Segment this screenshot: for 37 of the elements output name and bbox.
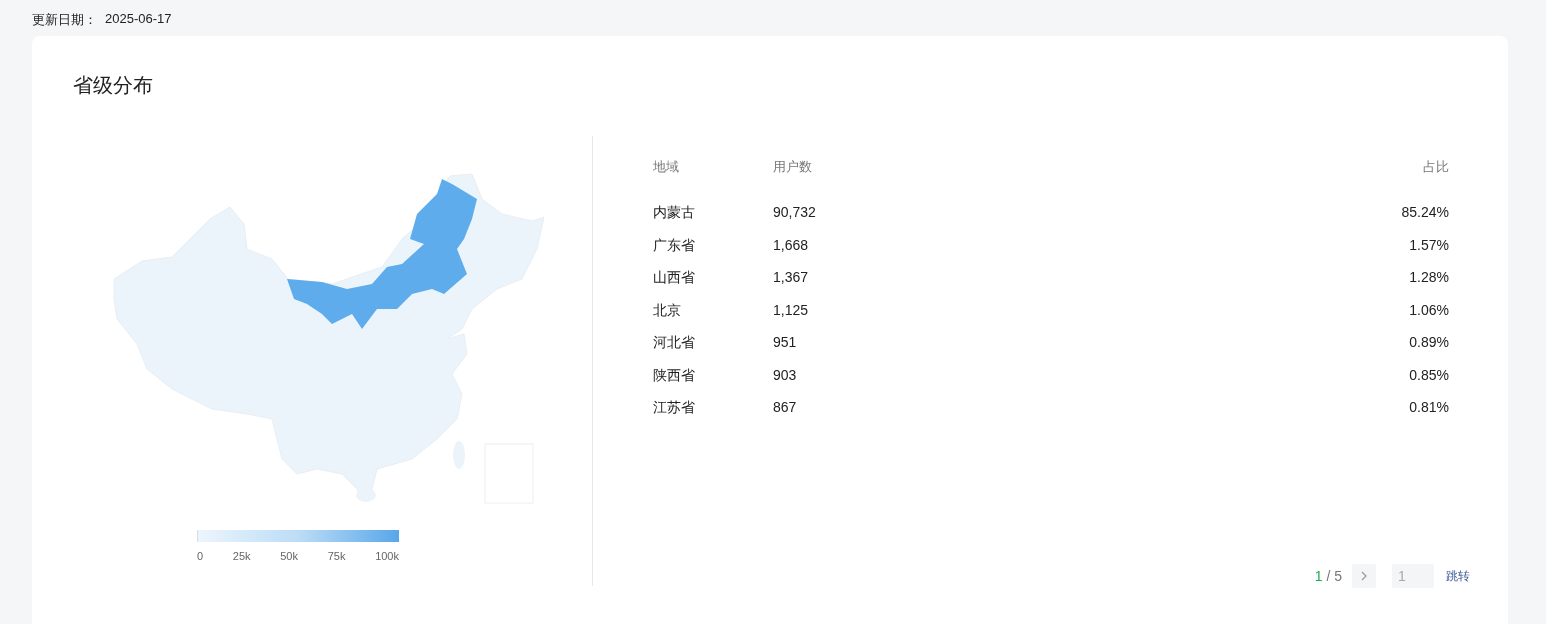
table-cell-text: 0.89% — [1408, 334, 1449, 352]
table-cell-text: 903 — [773, 366, 798, 385]
chevron-right-icon — [1360, 571, 1368, 581]
table-cell-text: 0.85% — [1408, 366, 1449, 385]
table-cell-text: 90,732 — [773, 204, 817, 222]
page-total: / 5 — [1326, 568, 1342, 584]
jump-link[interactable]: 跳转 — [1446, 567, 1470, 585]
table-cell-text: 广东省 — [653, 236, 696, 255]
table-cell-text: 1.06% — [1408, 301, 1449, 320]
scale-label: 75k — [327, 550, 346, 562]
table-cell-text: 867 — [773, 399, 798, 417]
table-cell-text: 1,125 — [773, 301, 810, 320]
section-title: 省级分布 — [73, 73, 154, 98]
table-cell-text: 85.24% — [1401, 204, 1449, 222]
table-cell-text: 内蒙古 — [653, 204, 696, 222]
column-header: 地域 — [653, 158, 680, 176]
update-date-label: 更新日期： — [32, 11, 97, 29]
scale-label: 50k — [280, 550, 298, 562]
table-cell-text: 0.81% — [1408, 399, 1449, 417]
column-header: 用户数 — [773, 158, 813, 176]
table-cell-text: 河北省 — [653, 334, 696, 352]
table-cell-text: 江苏省 — [653, 399, 696, 417]
table-cell-text: 陕西省 — [653, 366, 696, 385]
scale-label: 0 — [197, 550, 204, 562]
table-cell-text: 山西省 — [653, 269, 696, 287]
scale-label: 25k — [232, 550, 251, 562]
update-date-value: 2025-06-17 — [105, 11, 172, 28]
table-cell-text: 北京 — [653, 301, 682, 320]
table-cell-text: 1,367 — [773, 269, 810, 287]
table-cell-text: 951 — [773, 334, 798, 352]
current-page: 1 — [1314, 568, 1323, 584]
table-cell-text: 1.57% — [1408, 236, 1449, 255]
column-header: 占比 — [1422, 158, 1449, 176]
table-cell-text: 1,668 — [773, 236, 810, 255]
scale-label: 100k — [375, 550, 399, 562]
next-page-button[interactable] — [1352, 564, 1376, 588]
table-cell-text: 1.28% — [1408, 269, 1449, 287]
